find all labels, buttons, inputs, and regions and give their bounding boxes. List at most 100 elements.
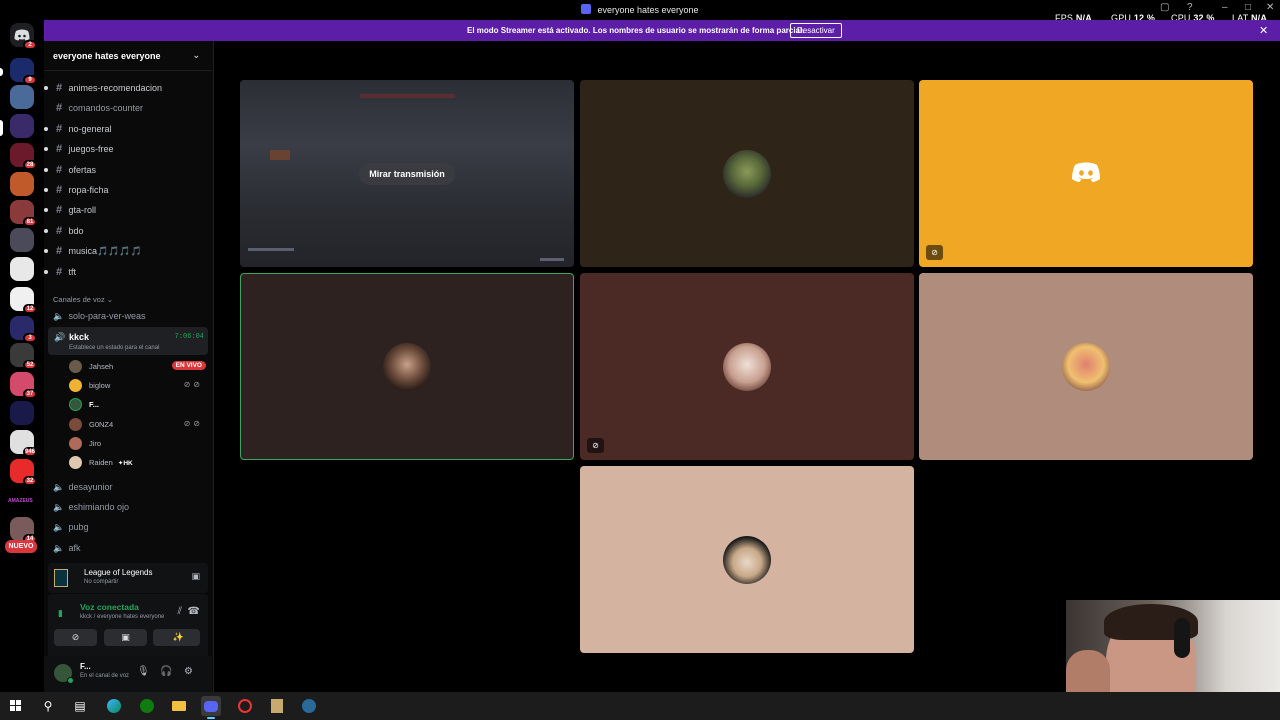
active-server-pill [0,120,3,136]
voice-member[interactable]: Jahseh EN VIVO [69,358,209,376]
avatar [69,398,82,411]
channel-item[interactable]: # bdo [44,222,208,240]
voice-member[interactable]: F... [69,396,209,414]
speaker-icon: 🔊 [54,332,66,342]
avatar [383,343,431,391]
speaker-icon: 🔈 [53,522,65,532]
channel-item[interactable]: # ropa-ficha [44,181,208,199]
voice-member[interactable]: biglow ⊘⊘ [69,377,209,395]
signal-icon[interactable]: ▮ [58,608,63,619]
server-icon[interactable] [10,172,34,196]
participant-tile[interactable]: ⊘ [919,80,1253,267]
participant-tile[interactable] [580,80,914,267]
live-badge: EN VIVO [171,361,206,370]
server-icon[interactable] [10,85,34,109]
muted-icons: ⊘⊘ [183,380,203,389]
app-icon[interactable] [235,696,255,716]
headphones-icon[interactable]: 🎧 [160,666,172,677]
channel-item[interactable]: # ofertas [44,161,208,179]
search-icon[interactable]: ⚲ [38,696,58,716]
participant-tile-speaking[interactable] [240,273,574,460]
xbox-icon[interactable] [137,696,157,716]
voice-channel-item[interactable]: 🔈 solo-para-ver-weas [48,307,208,325]
deactivate-button[interactable]: Desactivar [790,23,842,38]
steam-icon[interactable] [299,696,319,716]
channel-item[interactable]: # no-general [44,120,208,138]
voice-member[interactable]: G0NZ4 ⊘⊘ [69,416,209,434]
hash-icon: # [55,245,63,257]
server-icon[interactable]: 52 [10,343,37,370]
participant-tile[interactable] [919,273,1253,460]
voice-member[interactable]: Raiden ✦HK [69,454,209,472]
channel-item[interactable]: # tft [44,263,208,281]
speaker-icon: 🔈 [53,311,65,321]
participant-tile[interactable] [580,466,914,653]
windows-start-icon[interactable] [6,696,26,716]
stream-tile[interactable]: Mirar transmisión [240,80,574,267]
microphone-icon[interactable]: 🎙 [137,666,150,677]
server-icon[interactable] [10,401,34,425]
server-icon[interactable]: 81 [10,200,37,227]
voice-member[interactable]: Jiro [69,435,209,453]
discord-logo-icon [1072,162,1100,182]
voice-channel-item[interactable]: 🔈 desayunior [48,478,208,496]
noise-suppression-icon[interactable]: ⫽ [178,606,182,617]
server-icon[interactable]: 37 [10,372,37,399]
close-window-button[interactable]: ✕ [1266,2,1274,13]
league-of-legends-icon [54,569,68,587]
title-bar: everyone hates everyone FPS N/A GPU 12 %… [0,0,1280,23]
channel-item[interactable]: # gta-roll [44,201,208,219]
voice-channel-item[interactable]: 🔈 pubg [48,518,208,536]
channel-item[interactable]: # musica🎵🎵🎵🎵 [44,242,208,260]
participant-tile[interactable]: ⊘ [580,273,914,460]
speaker-icon: 🔈 [53,482,65,492]
league-client-icon[interactable] [267,696,287,716]
minimize-button[interactable]: – [1222,2,1228,13]
task-view-icon[interactable]: ▤ [70,696,90,716]
unread-pill [0,68,3,76]
banner-close-icon[interactable]: ✕ [1259,24,1268,37]
voice-channel-active[interactable]: 🔊 kkck 7:06:04 Establece un estado para … [48,327,208,355]
server-header[interactable]: everyone hates everyone ⌄ [44,41,212,71]
gear-icon[interactable]: ⚙ [184,666,193,677]
server-icon[interactable]: 32 [10,459,37,486]
help-icon[interactable]: ? [1187,2,1193,13]
server-icon[interactable]: 14 [10,517,37,544]
avatar [69,360,82,373]
server-icon[interactable]: 12 [10,287,37,314]
server-icon[interactable]: 3 [10,316,37,343]
discord-taskbar-icon[interactable] [201,696,221,719]
server-icon[interactable] [10,228,34,252]
channel-item[interactable]: # comandos-counter [48,99,208,117]
member-tag: ✦HK [117,460,133,467]
server-icon[interactable] [10,114,34,138]
banner-message: El modo Streamer está activado. Los nomb… [467,26,805,35]
amazeus-label: AMAZEUS [8,498,33,504]
file-explorer-icon[interactable] [169,696,189,716]
channel-item[interactable]: # animes-recomendacion [44,79,208,97]
server-icon[interactable]: 28 [10,143,37,170]
camera-off-icon: ⊘ [926,245,943,260]
headphones-graphic [1174,618,1190,658]
edge-browser-icon[interactable] [104,696,124,716]
home-button[interactable]: 2 [10,23,37,50]
server-icon[interactable]: 946 [10,430,37,457]
server-icon[interactable]: 9 [10,58,37,85]
taskbar: ⚲ ▤ [0,692,1280,720]
camera-off-icon: ⊘ [587,438,604,453]
soundboard-button[interactable]: ✨ [157,629,200,646]
new-badge: NUEVO [5,540,37,553]
maximize-button[interactable]: □ [1245,2,1251,13]
inbox-icon[interactable]: ▢ [1160,2,1169,13]
voice-channel-item[interactable]: 🔈 afk [48,539,208,557]
disconnect-icon[interactable]: ☎ [188,606,200,617]
screen-share-icon[interactable]: ▣ [191,571,200,582]
channel-item[interactable]: # juegos-free [44,140,208,158]
camera-off-button[interactable]: ⊘ [54,629,97,646]
voice-category-header[interactable]: Canales de voz ⌄ [53,295,113,304]
server-icon[interactable] [10,257,34,281]
voice-channel-item[interactable]: 🔈 eshimiando ojo [48,498,208,516]
screen-share-button[interactable]: ▣ [104,629,147,646]
hash-icon: # [55,123,63,135]
watch-stream-button[interactable]: Mirar transmisión [359,163,455,185]
